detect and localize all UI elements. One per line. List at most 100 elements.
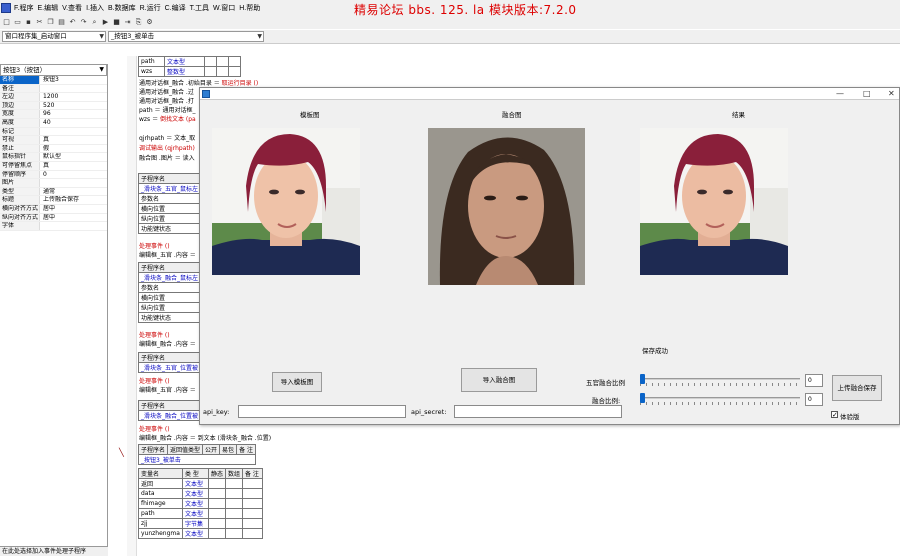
property-row[interactable]: 禁止假 — [0, 144, 107, 154]
menu-file[interactable]: F.程序 — [14, 3, 37, 13]
property-value[interactable]: 真 — [40, 136, 107, 144]
property-value[interactable]: 居中 — [40, 214, 107, 222]
property-value[interactable]: 96 — [40, 110, 107, 118]
property-row[interactable]: 名称 按钮3 — [0, 76, 107, 85]
sub-header: 子程序名 — [137, 400, 202, 411]
property-row[interactable]: 类型 通常 — [0, 187, 107, 197]
menu-edit[interactable]: E.编辑 — [37, 3, 62, 13]
event-select-value: _按钮3_被单击 — [111, 32, 155, 40]
property-value[interactable]: 520 — [40, 102, 107, 110]
property-value[interactable] — [40, 222, 107, 230]
copy-icon[interactable]: ❐ — [46, 18, 55, 27]
property-value[interactable]: 按钮3 — [40, 76, 107, 84]
property-value[interactable]: 假 — [40, 145, 107, 153]
api-secret-input[interactable] — [454, 405, 622, 418]
property-name: 类型 — [0, 187, 40, 196]
object-select-value: 按钮3（按钮） — [3, 66, 47, 74]
property-name: 顶边 — [0, 101, 40, 110]
new-icon[interactable]: □ — [2, 18, 11, 27]
run-icon[interactable]: ▶ — [101, 18, 110, 27]
minimize-icon[interactable]: — — [836, 88, 844, 100]
sub-header-cell: 返回值类型 — [167, 444, 204, 455]
property-row[interactable]: 高度 40 — [0, 118, 107, 128]
subroutine-table: 子程序名 _滑块条_五官_鼠标左 参数名 横向位置 纵向位置 功能键状态 — [137, 173, 202, 234]
property-value[interactable] — [40, 128, 107, 136]
save-icon[interactable]: ▪ — [24, 18, 33, 27]
upload-save-button[interactable]: 上传融合保存 — [832, 375, 882, 401]
api-key-input[interactable] — [238, 405, 406, 418]
property-value[interactable] — [40, 85, 107, 93]
menu-tools[interactable]: T.工具 — [190, 3, 213, 13]
sub-header: 子程序名 — [137, 262, 202, 273]
property-name: 纵向对齐方式 — [0, 213, 40, 222]
property-row[interactable]: 字体 — [0, 222, 107, 231]
import-template-button[interactable]: 导入模板图 — [272, 372, 322, 392]
chevron-down-icon: ▼ — [99, 33, 104, 40]
menu-run[interactable]: R.运行 — [140, 3, 165, 13]
property-value[interactable]: 0 — [40, 171, 107, 179]
code-line: 调试输出 (qjrhpath) — [139, 145, 195, 152]
fusion-ratio-input[interactable]: 0 — [805, 393, 823, 406]
property-value[interactable]: 通常 — [40, 188, 107, 196]
maximize-icon[interactable]: □ — [863, 88, 871, 100]
var-type: 整数型 — [164, 66, 205, 77]
menu-window[interactable]: W.窗口 — [213, 3, 239, 13]
build-icon[interactable]: ⚙ — [145, 18, 154, 27]
window-select[interactable]: 窗口程序集_启动窗口 ▼ — [2, 31, 106, 42]
trial-checkbox[interactable]: ✓ — [831, 411, 838, 419]
fusion-ratio-slider[interactable] — [640, 393, 800, 405]
property-row[interactable]: 标记 — [0, 127, 107, 137]
var-header-cell: 类 型 — [181, 468, 209, 479]
open-icon[interactable]: ▭ — [13, 18, 22, 27]
event-select[interactable]: _按钮3_被单击 ▼ — [108, 31, 264, 42]
property-row[interactable]: 鼠标指针 默认型 — [0, 153, 107, 162]
api-secret-label: api_secret: — [411, 408, 447, 416]
find-icon[interactable]: ⌕ — [90, 18, 99, 27]
object-select[interactable]: 按钮3（按钮） ▼ — [0, 64, 107, 76]
property-value[interactable]: 真 — [40, 162, 107, 170]
property-value[interactable]: 1200 — [40, 93, 107, 101]
stop-icon[interactable]: ■ — [112, 18, 121, 27]
code-line: 处理事件 () — [139, 332, 170, 339]
property-row[interactable]: 左边 1200 — [0, 93, 107, 102]
facial-ratio-slider[interactable] — [640, 374, 800, 386]
sub-header-cell: 易包 — [219, 444, 238, 455]
property-row[interactable]: 停留顺序 0 — [0, 170, 107, 180]
property-row[interactable]: 标题 上传融合保存 — [0, 196, 107, 205]
var-name: zjj — [138, 518, 183, 529]
property-row[interactable]: 可停留焦点真 — [0, 161, 107, 171]
property-row[interactable]: 图片 — [0, 179, 107, 188]
menu-help[interactable]: H.帮助 — [239, 3, 264, 13]
property-value[interactable]: 上传融合保存 — [40, 196, 107, 204]
property-value[interactable] — [40, 179, 107, 187]
debug-icon[interactable]: ⎘ — [134, 18, 143, 27]
property-value[interactable]: 默认型 — [40, 153, 107, 161]
menu-database[interactable]: B.数据库 — [108, 3, 140, 13]
var-type: 文本型 — [181, 478, 209, 489]
property-value[interactable]: 40 — [40, 119, 107, 127]
slider-thumb[interactable] — [640, 374, 645, 384]
property-row[interactable]: 横向对齐方式 居中 — [0, 204, 107, 214]
import-fusion-button[interactable]: 导入融合图 — [461, 368, 537, 392]
paste-icon[interactable]: ▤ — [57, 18, 66, 27]
menu-insert[interactable]: I.插入 — [86, 3, 108, 13]
facial-ratio-input[interactable]: 0 — [805, 374, 823, 387]
property-row[interactable]: 宽度 96 — [0, 110, 107, 119]
param-name: 纵向位置 — [137, 213, 202, 224]
property-row[interactable]: 备注 — [0, 84, 107, 94]
event-hint[interactable]: 在此处选择加入事件处理子程序 — [0, 546, 108, 556]
menu-view[interactable]: V.查看 — [62, 3, 86, 13]
property-row[interactable]: 纵向对齐方式 居中 — [0, 213, 107, 223]
menu-compile[interactable]: C.编译 — [165, 3, 190, 13]
slider-thumb[interactable] — [640, 393, 645, 403]
cut-icon[interactable]: ✂ — [35, 18, 44, 27]
property-row[interactable]: 顶边 520 — [0, 101, 107, 111]
step-icon[interactable]: ⇥ — [123, 18, 132, 27]
property-name: 高度 — [0, 118, 40, 127]
var-header-cell: 变量名 — [138, 468, 183, 479]
redo-icon[interactable]: ↷ — [79, 18, 88, 27]
property-row[interactable]: 可视真 — [0, 136, 107, 145]
property-value[interactable]: 居中 — [40, 205, 107, 213]
close-icon[interactable]: ✕ — [888, 88, 895, 100]
undo-icon[interactable]: ↶ — [68, 18, 77, 27]
